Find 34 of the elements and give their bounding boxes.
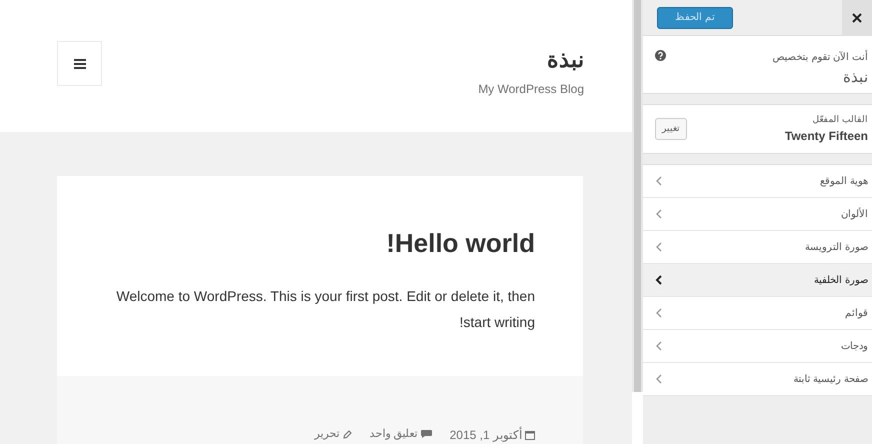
chevron-icon	[655, 176, 662, 186]
theme-label: القالب المفعّل	[811, 113, 868, 126]
change-button[interactable]: تغيير	[655, 118, 687, 140]
section-item[interactable]: قوائم	[643, 297, 872, 330]
chevron-icon	[655, 374, 662, 384]
edit-link[interactable]: تحرير	[314, 426, 340, 442]
post-date[interactable]: أكتوبر 1, 2015	[450, 426, 522, 444]
comment-icon	[420, 430, 432, 438]
customizing-text: أنت الآن تقوم بتخصيص	[772, 50, 868, 65]
chevron-icon	[655, 242, 662, 252]
section-item[interactable]: صفحة رئيسية ثابتة	[643, 363, 872, 396]
theme-name: Twenty Fifteen	[784, 128, 868, 145]
close-button[interactable]	[842, 0, 872, 36]
chevron-icon	[655, 341, 662, 351]
section-item[interactable]: هوية الموقع	[643, 165, 872, 198]
post-title[interactable]: Hello world!	[105, 224, 535, 263]
help-icon[interactable]	[655, 50, 666, 61]
pencil-icon	[342, 430, 352, 439]
site-tagline: My WordPress Blog	[478, 80, 584, 98]
comments-link[interactable]: تعليق واحد	[370, 426, 418, 442]
post-body: Welcome to WordPress. This is your first post. Edit or delete it, then start writing!	[115, 287, 535, 332]
chevron-icon	[655, 275, 662, 285]
close-icon	[852, 12, 862, 22]
section-item[interactable]: صورة الترويسة	[643, 231, 872, 264]
chevron-icon	[655, 209, 662, 219]
section-item[interactable]: ودجات	[643, 330, 872, 363]
calendar-icon	[525, 430, 535, 440]
site-title[interactable]: نبذة	[547, 46, 584, 74]
menu-button[interactable]	[57, 41, 102, 86]
menu-icon	[74, 58, 86, 68]
chevron-icon	[655, 308, 662, 318]
section-item[interactable]: الألوان	[643, 198, 872, 231]
scrollbar[interactable]	[632, 0, 643, 392]
site-name: نبذة	[842, 68, 868, 88]
